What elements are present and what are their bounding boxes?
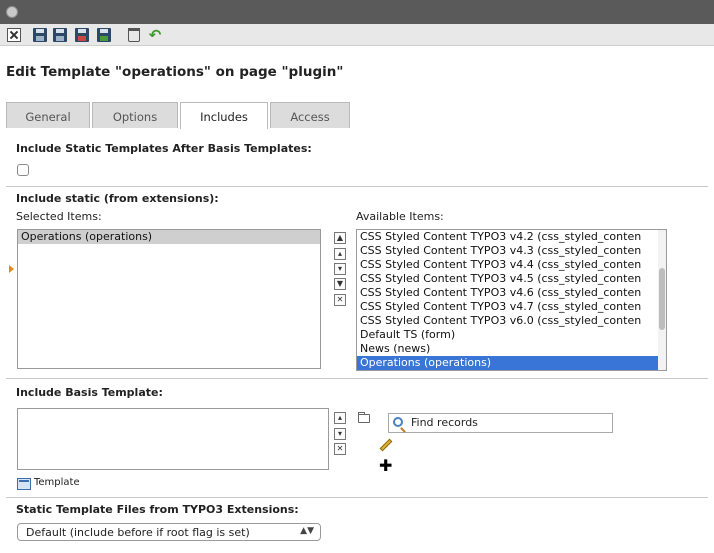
tab-label: Options <box>112 110 158 124</box>
find-records-input[interactable]: Find records <box>388 413 613 433</box>
list-item[interactable]: CSS Styled Content TYPO3 v4.7 (css_style… <box>357 300 666 314</box>
plus-icon[interactable]: ✚ <box>379 458 392 474</box>
static-files-selected-value: Default (include before if root flag is … <box>26 526 250 539</box>
remove-item-icon[interactable]: ✕ <box>334 294 346 306</box>
list-item[interactable]: CSS Styled Content TYPO3 v4.5 (css_style… <box>357 272 666 286</box>
tab-label: Access <box>290 110 330 124</box>
search-icon <box>393 417 403 427</box>
basis-template-list[interactable] <box>17 408 329 470</box>
delete-icon[interactable] <box>128 28 140 42</box>
select-caret-icon: ▲▼ <box>300 526 314 536</box>
section-title: Include static (from extensions): <box>16 192 219 205</box>
move-to-bottom-icon[interactable]: ▼ <box>334 278 346 290</box>
save-and-new-icon[interactable] <box>97 28 111 42</box>
save-icon[interactable] <box>33 28 47 42</box>
tab-label: General <box>25 110 71 124</box>
template-link[interactable]: Template <box>34 477 80 488</box>
move-to-top-icon[interactable]: ▲ <box>334 232 346 244</box>
list-item[interactable]: CSS Styled Content TYPO3 v4.4 (css_style… <box>357 258 666 272</box>
document-toolbar: ↶ <box>0 24 714 46</box>
save-and-close-icon[interactable] <box>75 28 89 42</box>
page-title: Edit Template "operations" on page "plug… <box>6 64 344 80</box>
list-item[interactable]: CSS Styled Content TYPO3 v4.2 (css_style… <box>357 230 666 244</box>
template-icon <box>17 478 31 490</box>
section-title: Include Static Templates After Basis Tem… <box>16 142 312 155</box>
move-down-icon[interactable]: ▾ <box>334 428 346 440</box>
gear-icon[interactable] <box>6 6 18 18</box>
tab-access[interactable]: Access <box>270 102 350 128</box>
list-item[interactable]: Default TS (form) <box>357 328 666 342</box>
tab-includes[interactable]: Includes <box>180 102 268 129</box>
selected-items-label: Selected Items: <box>16 210 102 223</box>
section-title: Include Basis Template: <box>16 386 163 399</box>
selected-items-list[interactable]: Operations (operations) <box>17 229 321 369</box>
move-up-icon[interactable]: ▴ <box>334 248 346 260</box>
list-item[interactable]: Operations (operations) <box>18 230 320 244</box>
tab-general[interactable]: General <box>6 102 90 128</box>
available-items-label: Available Items: <box>356 210 444 223</box>
move-up-icon[interactable]: ▴ <box>334 412 346 424</box>
close-icon[interactable] <box>7 28 21 42</box>
section-basis-template: Include Basis Template: ▴ ▾ ✕ Find recor… <box>6 379 708 498</box>
scrollbar-thumb[interactable] <box>659 268 665 330</box>
list-item-selected[interactable]: Operations (operations) <box>357 356 666 370</box>
undo-icon[interactable]: ↶ <box>148 28 162 43</box>
pencil-icon[interactable] <box>379 438 393 452</box>
list-item[interactable]: CSS Styled Content TYPO3 v4.3 (css_style… <box>357 244 666 258</box>
move-down-icon[interactable]: ▾ <box>334 263 346 275</box>
save-and-view-icon[interactable] <box>53 28 67 42</box>
section-static-after-basis: Include Static Templates After Basis Tem… <box>6 128 708 187</box>
section-title: Static Template Files from TYPO3 Extensi… <box>16 503 299 516</box>
folder-icon[interactable] <box>358 412 370 423</box>
required-marker-icon <box>9 265 14 273</box>
window-titlebar <box>0 0 714 24</box>
section-static-files: Static Template Files from TYPO3 Extensi… <box>6 498 708 546</box>
section-include-static: Include static (from extensions): Select… <box>6 187 708 379</box>
list-item[interactable]: CSS Styled Content TYPO3 v6.0 (css_style… <box>357 314 666 328</box>
available-items-scrollbar[interactable] <box>658 230 666 370</box>
find-records-text: Find records <box>411 416 478 429</box>
static-after-basis-checkbox[interactable] <box>17 164 29 176</box>
list-item[interactable]: CSS Styled Content TYPO3 v4.6 (css_style… <box>357 286 666 300</box>
remove-item-icon[interactable]: ✕ <box>334 443 346 455</box>
tab-label: Includes <box>200 110 248 124</box>
tab-options[interactable]: Options <box>92 102 178 128</box>
list-item[interactable]: News (news) <box>357 342 666 356</box>
static-files-select[interactable]: Default (include before if root flag is … <box>17 523 321 541</box>
available-items-list[interactable]: CSS Styled Content TYPO3 v4.2 (css_style… <box>356 229 667 371</box>
